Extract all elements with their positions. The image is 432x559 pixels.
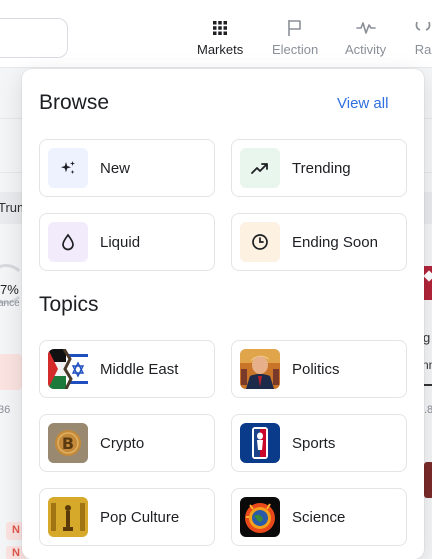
topics-title: Topics — [39, 293, 99, 316]
sparkle-icon — [48, 148, 88, 188]
nav-markets-label: Markets — [197, 42, 244, 57]
planet-thumbnail — [240, 497, 280, 537]
ranks-icon — [414, 18, 432, 38]
browse-ending-soon-label: Ending Soon — [292, 233, 378, 251]
middle-east-thumbnail — [48, 349, 88, 389]
politics-thumbnail — [240, 349, 280, 389]
activity-icon — [355, 18, 376, 38]
bitcoin-thumbnail: B — [48, 423, 88, 463]
topic-sports[interactable]: Sports — [231, 414, 407, 472]
browse-trending-label: Trending — [292, 159, 351, 177]
topic-middle-east[interactable]: Middle East — [39, 340, 215, 398]
browse-new[interactable]: New — [39, 139, 215, 197]
topic-politics-label: Politics — [292, 360, 340, 378]
market-title-fragment: g — [423, 330, 431, 345]
droplet-icon — [48, 222, 88, 262]
topic-pop-culture[interactable]: Pop Culture — [39, 488, 215, 546]
search-input[interactable] — [0, 18, 68, 58]
topic-sports-label: Sports — [292, 434, 336, 452]
browse-trending[interactable]: Trending — [231, 139, 407, 197]
volume-text: .8 — [424, 404, 432, 416]
topic-pop-culture-label: Pop Culture — [100, 508, 180, 526]
volume-text: 36 — [0, 404, 11, 416]
topic-middle-east-label: Middle East — [100, 360, 179, 378]
topic-crypto[interactable]: B Crypto — [39, 414, 215, 472]
nav-activity-label: Activity — [345, 42, 387, 57]
no-button[interactable] — [0, 354, 22, 390]
svg-text:B: B — [62, 434, 74, 453]
browse-ending-soon[interactable]: Ending Soon — [231, 213, 407, 271]
browse-title: Browse — [39, 91, 110, 114]
markets-dropdown: Browse View all New Trending Liquid Endi… — [22, 69, 424, 559]
browse-liquid-label: Liquid — [100, 233, 141, 251]
nav-election-label: Election — [272, 42, 319, 57]
topic-science-label: Science — [292, 508, 346, 526]
topic-science[interactable]: Science — [231, 488, 407, 546]
nav-ranks[interactable]: Ra — [414, 18, 432, 57]
grid-icon — [213, 18, 228, 38]
browse-liquid[interactable]: Liquid — [39, 213, 215, 271]
nav-election[interactable]: Election — [272, 18, 318, 57]
market-thumbnail — [424, 462, 432, 498]
top-navbar: Markets Election Activity Ra — [0, 0, 432, 68]
view-all-link[interactable]: View all — [337, 95, 388, 112]
nba-logo-thumbnail — [240, 423, 280, 463]
trending-up-icon — [240, 148, 280, 188]
topic-politics[interactable]: Politics — [231, 340, 407, 398]
chance-percent: 7% — [0, 282, 19, 297]
nav-markets[interactable]: Markets — [197, 18, 243, 57]
clock-icon — [240, 222, 280, 262]
nav-activity[interactable]: Activity — [345, 18, 386, 57]
nav-ranks-label: Ra — [414, 42, 432, 57]
topic-crypto-label: Crypto — [100, 434, 145, 452]
chance-label: ance — [0, 298, 20, 309]
browse-new-label: New — [100, 159, 131, 177]
flag-icon — [287, 18, 303, 38]
oscar-thumbnail — [48, 497, 88, 537]
divider — [424, 384, 432, 386]
